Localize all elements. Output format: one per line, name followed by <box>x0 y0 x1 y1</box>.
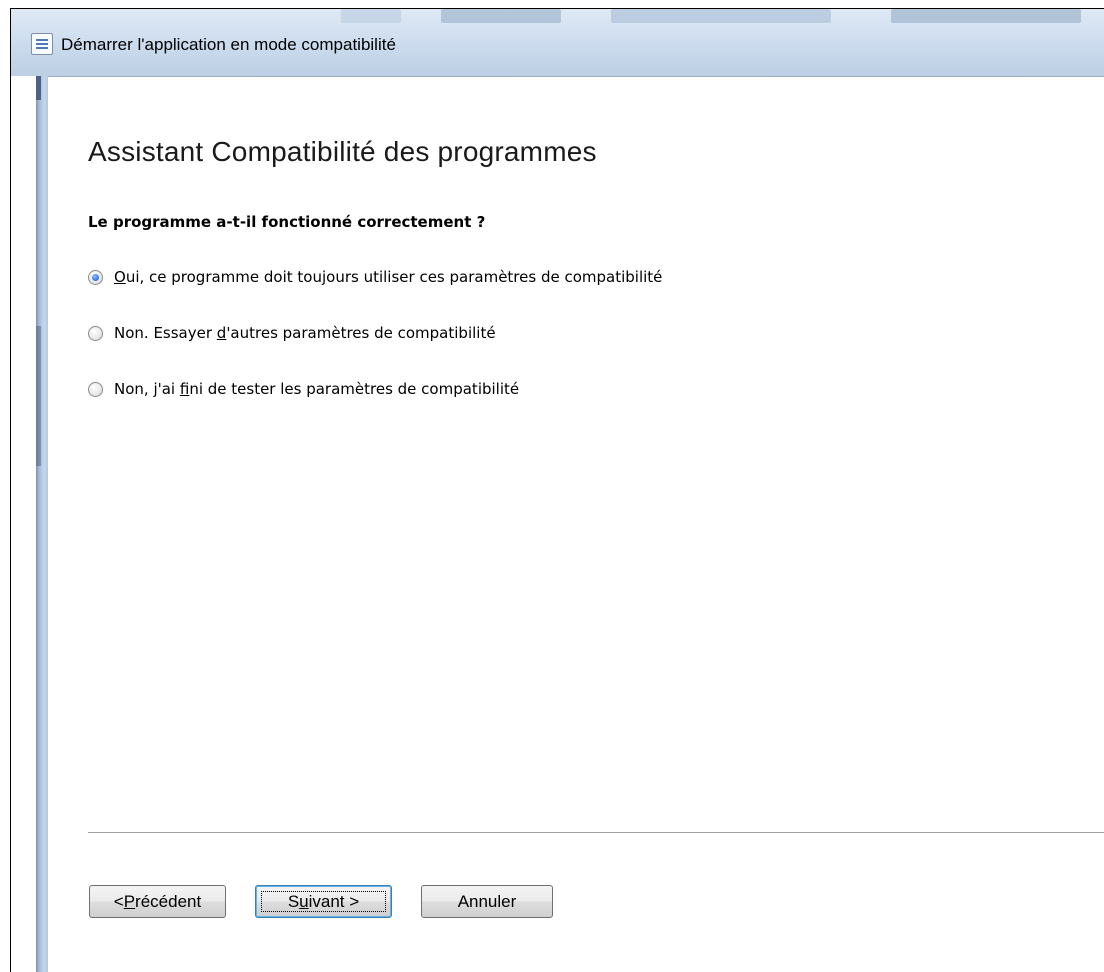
radio-button[interactable] <box>88 325 103 341</box>
window-frame-left <box>36 76 48 972</box>
option-label[interactable]: Oui, ce programme doit toujours utiliser… <box>114 268 662 286</box>
option-yes-keep-settings[interactable]: Oui, ce programme doit toujours utiliser… <box>88 266 662 288</box>
window-list-icon[interactable] <box>31 33 53 55</box>
radio-button[interactable] <box>88 381 103 397</box>
next-button[interactable]: Su ivant > <box>255 885 392 918</box>
titlebar-decoration <box>441 9 561 23</box>
window-title: Démarrer l'application en mode compatibi… <box>61 35 396 54</box>
footer-separator <box>88 832 1104 833</box>
option-label[interactable]: Non. Essayer d'autres paramètres de comp… <box>114 324 496 342</box>
cancel-button[interactable]: Annuler <box>421 885 553 918</box>
titlebar-decoration <box>341 9 401 23</box>
option-try-other-settings[interactable]: Non. Essayer d'autres paramètres de comp… <box>88 322 496 344</box>
wizard-question: Le programme a-t-il fonctionné correctem… <box>88 213 486 231</box>
back-button[interactable]: < Précédent <box>89 885 226 918</box>
wizard-heading: Assistant Compatibilité des programmes <box>88 136 597 167</box>
titlebar-decoration <box>891 9 1081 23</box>
option-finished-testing[interactable]: Non, j'ai fini de tester les paramètres … <box>88 378 519 400</box>
radio-button-checked[interactable] <box>88 269 103 285</box>
wizard-client-area <box>48 76 1104 972</box>
option-label[interactable]: Non, j'ai fini de tester les paramètres … <box>114 380 519 398</box>
focus-rectangle <box>261 891 386 912</box>
titlebar-decoration <box>611 9 831 23</box>
